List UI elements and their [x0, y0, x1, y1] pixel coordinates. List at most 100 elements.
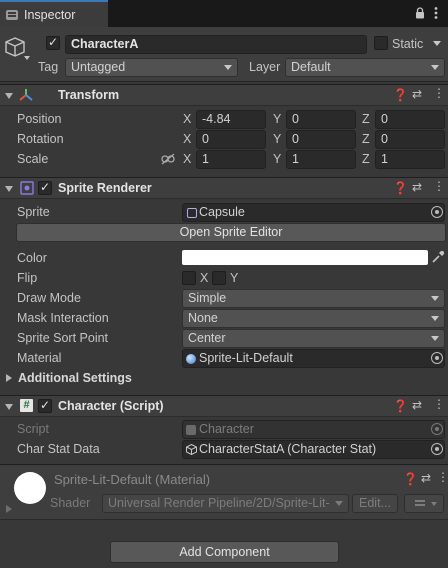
draw-mode-value: Simple [188, 291, 227, 305]
help-icon[interactable]: ❓ [403, 472, 418, 486]
position-z-field[interactable]: 0 [375, 110, 445, 129]
material-label: Material [17, 351, 62, 365]
help-icon[interactable]: ❓ [393, 181, 408, 195]
scale-z-field[interactable]: 1 [375, 150, 445, 169]
sprite-value: Capsule [199, 205, 245, 219]
position-y-label[interactable]: Y [273, 112, 281, 126]
shader-edit-button: Edit... [352, 494, 398, 513]
character-script-enabled-checkbox[interactable] [38, 398, 52, 413]
scale-x-label[interactable]: X [183, 152, 191, 166]
transform-title: Transform [58, 88, 120, 102]
rotation-y-field[interactable]: 0 [286, 130, 356, 149]
constrain-proportions-icon[interactable] [161, 153, 175, 165]
sprite-asset-icon [187, 208, 197, 218]
position-x-label[interactable]: X [183, 112, 191, 126]
position-label: Position [17, 112, 62, 126]
additional-settings-label[interactable]: Additional Settings [18, 371, 132, 385]
material-asset-icon [186, 354, 196, 364]
more-options-icon[interactable]: ⋮ [433, 397, 445, 411]
flip-y-checkbox[interactable] [212, 271, 226, 285]
rotation-z-label[interactable]: Z [362, 132, 370, 146]
sprite-sort-point-label: Sprite Sort Point [17, 331, 109, 345]
position-y-field[interactable]: 0 [286, 110, 356, 129]
character-script-title: Character (Script) [58, 399, 164, 413]
tag-dropdown[interactable]: Untagged [65, 58, 238, 77]
sprite-renderer-enabled-checkbox[interactable] [38, 180, 52, 195]
rotation-x-label[interactable]: X [183, 132, 191, 146]
flip-x-checkbox[interactable] [182, 271, 196, 285]
preset-icon[interactable]: ⇄ [412, 180, 422, 194]
mask-interaction-label: Mask Interaction [17, 311, 109, 325]
draw-mode-label: Draw Mode [17, 291, 81, 305]
gameobject-cube-icon[interactable] [4, 36, 34, 62]
tag-label: Tag [38, 60, 59, 74]
sprite-object-field[interactable]: Capsule [182, 203, 445, 222]
sprite-sort-point-value: Center [188, 331, 226, 345]
object-picker-icon[interactable] [431, 352, 443, 364]
lock-icon[interactable] [415, 7, 425, 19]
gameobject-name-field[interactable]: CharacterA [65, 35, 367, 54]
layer-label: Layer [249, 60, 281, 74]
material-object-field[interactable]: Sprite-Lit-Default [182, 349, 445, 368]
scale-y-label[interactable]: Y [273, 152, 281, 166]
sprite-sort-point-dropdown[interactable]: Center [182, 329, 445, 348]
scale-z-label[interactable]: Z [362, 152, 370, 166]
static-dropdown-arrow[interactable] [433, 41, 441, 46]
tab-inspector-label: Inspector [24, 8, 76, 22]
preset-icon[interactable]: ⇄ [421, 471, 431, 485]
sprite-label: Sprite [17, 205, 50, 219]
char-stat-data-object-field[interactable]: CharacterStatA (Character Stat) [182, 440, 445, 459]
layer-dropdown[interactable]: Default [285, 58, 445, 77]
position-z-label[interactable]: Z [362, 112, 370, 126]
color-swatch[interactable] [182, 250, 428, 265]
preset-icon[interactable]: ⇄ [412, 398, 422, 412]
sprite-renderer-title: Sprite Renderer [58, 181, 152, 195]
scale-y-field[interactable]: 1 [286, 150, 356, 169]
character-script-foldout-icon[interactable] [5, 404, 13, 410]
chevron-down-icon [335, 501, 343, 506]
chevron-down-icon [431, 65, 439, 70]
static-checkbox[interactable] [374, 36, 388, 50]
transform-foldout-icon[interactable] [5, 93, 13, 99]
help-icon[interactable]: ❓ [393, 399, 408, 413]
more-options-icon[interactable]: ⋮ [433, 86, 445, 100]
csharp-script-icon: # [20, 399, 33, 412]
sprite-renderer-foldout-icon[interactable] [5, 186, 13, 192]
more-options-icon[interactable] [434, 6, 438, 20]
additional-settings-foldout-icon[interactable] [6, 374, 12, 382]
static-label: Static [392, 37, 424, 51]
position-x-field[interactable]: -4.84 [196, 110, 266, 129]
scale-x-field[interactable]: 1 [196, 150, 266, 169]
flip-y-label: Y [230, 271, 239, 285]
material-value: Sprite-Lit-Default [199, 351, 293, 365]
more-options-icon[interactable]: ⋮ [433, 179, 445, 193]
gameobject-active-checkbox[interactable] [46, 35, 60, 50]
tab-inspector[interactable]: Inspector [0, 0, 108, 27]
preset-icon[interactable]: ⇄ [412, 87, 422, 101]
draw-mode-dropdown[interactable]: Simple [182, 289, 445, 308]
color-label: Color [17, 251, 47, 265]
rotation-y-label[interactable]: Y [273, 132, 281, 146]
tag-value: Untagged [71, 60, 126, 74]
mask-interaction-dropdown[interactable]: None [182, 309, 445, 328]
char-stat-data-label: Char Stat Data [17, 442, 100, 456]
object-picker-icon[interactable] [431, 443, 443, 455]
script-object-field: Character [182, 420, 445, 439]
scale-label: Scale [17, 152, 49, 166]
mask-interaction-value: None [188, 311, 218, 325]
help-icon[interactable]: ❓ [393, 88, 408, 102]
open-sprite-editor-button[interactable]: Open Sprite Editor [16, 223, 446, 242]
chevron-down-icon [431, 502, 437, 506]
shader-value: Universal Render Pipeline/2D/Sprite-Lit- [108, 496, 330, 510]
more-options-icon[interactable]: ⋮ [437, 470, 448, 484]
rotation-z-field[interactable]: 0 [375, 130, 445, 149]
rotation-x-field[interactable]: 0 [196, 130, 266, 149]
object-picker-icon[interactable] [431, 206, 443, 218]
shader-label: Shader [50, 496, 91, 510]
add-component-button[interactable]: Add Component [110, 541, 339, 563]
rotation-label: Rotation [17, 132, 64, 146]
material-foldout-icon[interactable] [6, 505, 12, 513]
chevron-down-icon [431, 336, 439, 341]
script-value: Character [199, 422, 254, 436]
eyedropper-icon[interactable] [431, 250, 445, 264]
